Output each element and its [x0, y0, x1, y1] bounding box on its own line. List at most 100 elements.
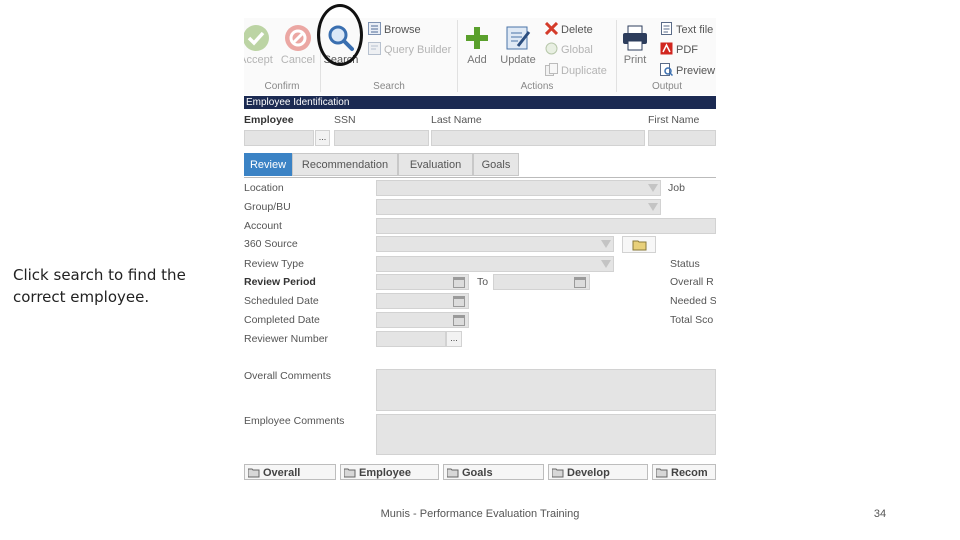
- check-icon: [244, 24, 270, 52]
- goals-button[interactable]: Goals: [443, 464, 544, 480]
- tab-goals[interactable]: Goals: [473, 153, 519, 176]
- total-score-label: Total Sco: [670, 314, 714, 326]
- overall-comments-label: Overall Comments: [244, 370, 331, 382]
- global-button[interactable]: Global: [545, 42, 593, 58]
- review-type-label: Review Type: [244, 258, 304, 270]
- print-button[interactable]: Print: [618, 24, 652, 66]
- group-label-search: Search: [373, 81, 405, 92]
- open-folder-icon: [446, 467, 459, 478]
- chevron-down-icon: [601, 240, 611, 248]
- employee-button[interactable]: Employee: [340, 464, 439, 480]
- duplicate-label: Duplicate: [561, 65, 607, 77]
- munis-screenshot: Accept Cancel Confirm Search Browse Quer…: [244, 18, 716, 490]
- recommendation-button[interactable]: Recom: [652, 464, 716, 480]
- reviewer-number-field[interactable]: [376, 331, 446, 347]
- tab-review[interactable]: Review: [244, 153, 292, 176]
- section-header-employee-identification: Employee Identification: [244, 96, 716, 109]
- delete-x-icon: [544, 21, 559, 36]
- calendar-icon[interactable]: [453, 296, 465, 307]
- query-builder-label: Query Builder: [384, 44, 452, 56]
- tab-recommendation[interactable]: Recommendation: [292, 153, 398, 176]
- cancel-icon: [284, 24, 312, 52]
- folder-icon: [632, 240, 647, 251]
- calendar-icon[interactable]: [453, 315, 465, 326]
- tab-bar: Review Recommendation Evaluation Goals: [244, 153, 716, 178]
- account-label: Account: [244, 220, 282, 232]
- delete-button[interactable]: Delete: [544, 21, 593, 38]
- employee-field[interactable]: [244, 130, 314, 146]
- completed-date-label: Completed Date: [244, 314, 320, 326]
- text-file-icon: [660, 22, 673, 35]
- pdf-button[interactable]: PDF: [660, 42, 698, 58]
- global-icon: [545, 42, 558, 55]
- browse-icon: [368, 22, 381, 35]
- recommendation-button-label: Recom: [671, 467, 708, 479]
- group-bu-select[interactable]: [376, 199, 661, 215]
- preview-button[interactable]: Preview: [660, 63, 715, 79]
- open-folder-icon: [247, 467, 260, 478]
- source-360-select[interactable]: [376, 236, 614, 252]
- location-select[interactable]: [376, 180, 661, 196]
- review-period-start-field[interactable]: [376, 274, 469, 290]
- print-label: Print: [623, 54, 647, 66]
- reviewer-lookup-button[interactable]: ...: [446, 331, 462, 347]
- overall-button[interactable]: Overall: [244, 464, 336, 480]
- chevron-down-icon: [648, 184, 658, 192]
- ssn-label: SSN: [334, 114, 356, 126]
- scheduled-date-label: Scheduled Date: [244, 295, 319, 307]
- plus-icon: [463, 24, 491, 52]
- overall-comments-textarea[interactable]: [376, 369, 716, 411]
- query-builder-icon: [368, 42, 381, 55]
- to-label: To: [477, 276, 489, 288]
- slide-footer: Munis - Performance Evaluation Training: [380, 508, 580, 520]
- account-field[interactable]: [376, 218, 716, 234]
- review-period-end-field[interactable]: [493, 274, 590, 290]
- duplicate-button[interactable]: Duplicate: [545, 63, 607, 79]
- status-label: Status: [670, 258, 700, 270]
- accept-button[interactable]: Accept: [244, 24, 276, 66]
- develop-button[interactable]: Develop: [548, 464, 648, 480]
- goals-button-label: Goals: [462, 467, 493, 479]
- update-button[interactable]: Update: [497, 24, 539, 66]
- tab-evaluation[interactable]: Evaluation: [398, 153, 473, 176]
- open-folder-button[interactable]: [622, 236, 656, 253]
- chevron-down-icon: [648, 203, 658, 211]
- text-file-label: Text file: [676, 24, 714, 36]
- source-360-label: 360 Source: [244, 238, 298, 250]
- group-label-actions: Actions: [520, 81, 554, 92]
- reviewer-number-label: Reviewer Number: [244, 333, 329, 345]
- preview-label: Preview: [676, 65, 716, 77]
- review-period-label: Review Period: [244, 276, 316, 288]
- completed-date-field[interactable]: [376, 312, 469, 328]
- overall-button-label: Overall: [263, 467, 301, 479]
- divider: [616, 20, 617, 92]
- ssn-field[interactable]: [334, 130, 429, 146]
- group-label-output: Output: [651, 81, 683, 92]
- query-builder-button[interactable]: Query Builder: [368, 42, 451, 58]
- employee-label: Employee: [244, 114, 294, 126]
- text-file-button[interactable]: Text file: [660, 22, 713, 38]
- add-button[interactable]: Add: [460, 24, 494, 66]
- pdf-label: PDF: [676, 44, 698, 56]
- last-name-label: Last Name: [431, 114, 482, 126]
- cancel-button[interactable]: Cancel: [278, 24, 318, 66]
- open-folder-icon: [655, 467, 668, 478]
- review-type-select[interactable]: [376, 256, 614, 272]
- employee-comments-label: Employee Comments: [244, 415, 345, 427]
- job-label: Job: [668, 182, 685, 194]
- edit-form-icon: [504, 24, 532, 52]
- cancel-label: Cancel: [280, 54, 316, 66]
- search-highlight-circle: [317, 4, 363, 66]
- first-name-field[interactable]: [648, 130, 716, 146]
- first-name-label: First Name: [648, 114, 700, 126]
- calendar-icon[interactable]: [574, 277, 586, 288]
- calendar-icon[interactable]: [453, 277, 465, 288]
- browse-label: Browse: [384, 24, 421, 36]
- toolbar-ribbon: Accept Cancel Confirm Search Browse Quer…: [244, 18, 716, 95]
- scheduled-date-field[interactable]: [376, 293, 469, 309]
- employee-lookup-button[interactable]: ...: [315, 130, 330, 146]
- employee-comments-textarea[interactable]: [376, 414, 716, 455]
- browse-button[interactable]: Browse: [368, 22, 421, 38]
- delete-label: Delete: [561, 24, 593, 36]
- last-name-field[interactable]: [431, 130, 645, 146]
